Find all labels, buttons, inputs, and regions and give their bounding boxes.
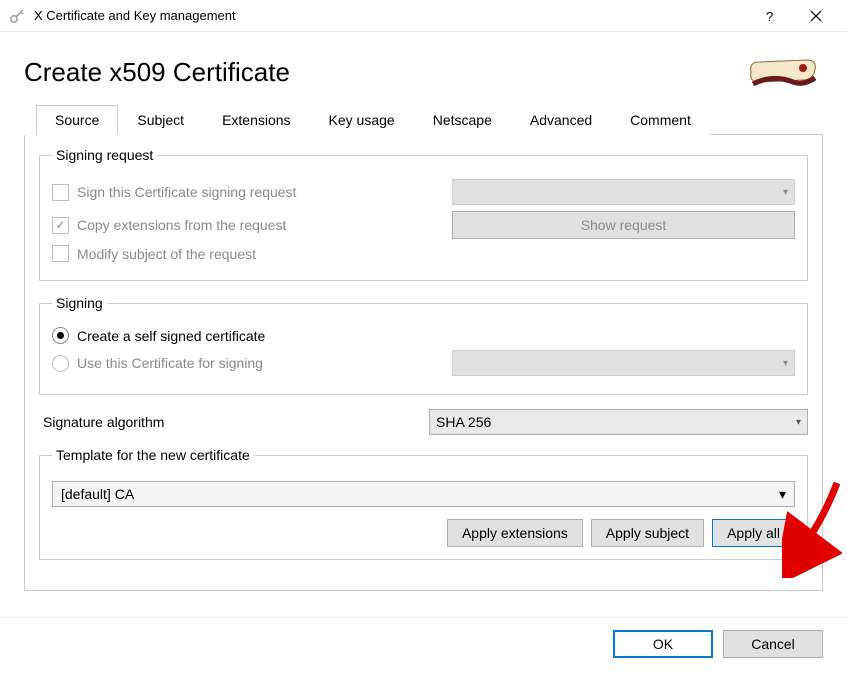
page-title: Create x509 Certificate — [24, 57, 290, 88]
titlebar: X Certificate and Key management ? — [0, 0, 847, 32]
label-modify-subject: Modify subject of the request — [77, 246, 256, 262]
window-title: X Certificate and Key management — [34, 8, 747, 23]
svg-text:?: ? — [766, 10, 773, 22]
chevron-down-icon: ▾ — [783, 187, 788, 198]
label-signature-algorithm: Signature algorithm — [39, 414, 429, 430]
legend-signing: Signing — [52, 295, 107, 311]
button-apply-subject[interactable]: Apply subject — [591, 519, 704, 547]
checkbox-sign-csr — [52, 184, 69, 201]
combo-csr-select: ▾ — [452, 179, 795, 205]
label-self-signed: Create a self signed certificate — [77, 328, 265, 344]
tab-extensions[interactable]: Extensions — [203, 105, 309, 135]
dialog-button-row: OK Cancel — [0, 617, 847, 672]
chevron-down-icon: ▾ — [779, 486, 786, 503]
radio-use-cert — [52, 355, 69, 372]
button-show-request: Show request — [452, 211, 795, 239]
tab-subject[interactable]: Subject — [118, 105, 203, 135]
scroll-logo-icon — [743, 52, 823, 92]
group-signing: Signing Create a self signed certificate… — [39, 295, 808, 395]
cancel-button[interactable]: Cancel — [723, 630, 823, 658]
label-sign-csr: Sign this Certificate signing request — [77, 184, 296, 200]
tab-comment[interactable]: Comment — [611, 105, 710, 135]
combo-template[interactable]: [default] CA ▾ — [52, 481, 795, 507]
checkbox-copy-extensions: ✓ — [52, 217, 69, 234]
tab-body-source: Signing request Sign this Certificate si… — [24, 135, 823, 591]
key-icon — [8, 7, 26, 25]
legend-template: Template for the new certificate — [52, 447, 254, 463]
tabs: Source Subject Extensions Key usage Nets… — [36, 104, 823, 135]
tab-key-usage[interactable]: Key usage — [310, 105, 414, 135]
label-use-cert: Use this Certificate for signing — [77, 355, 263, 371]
legend-signing-request: Signing request — [52, 147, 157, 163]
button-apply-extensions[interactable]: Apply extensions — [447, 519, 583, 547]
tab-netscape[interactable]: Netscape — [414, 105, 511, 135]
chevron-down-icon: ▾ — [796, 417, 801, 428]
combo-signing-cert: ▾ — [452, 350, 795, 376]
group-signing-request: Signing request Sign this Certificate si… — [39, 147, 808, 281]
label-copy-extensions: Copy extensions from the request — [77, 217, 286, 233]
ok-button[interactable]: OK — [613, 630, 713, 658]
group-template: Template for the new certificate [defaul… — [39, 447, 808, 560]
tab-source[interactable]: Source — [36, 105, 118, 135]
close-button[interactable] — [793, 0, 839, 32]
help-button[interactable]: ? — [747, 0, 793, 32]
radio-self-signed[interactable] — [52, 327, 69, 344]
chevron-down-icon: ▾ — [783, 358, 788, 369]
button-apply-all[interactable]: Apply all — [712, 519, 795, 547]
checkbox-modify-subject — [52, 245, 69, 262]
combo-signature-algorithm[interactable]: SHA 256 ▾ — [429, 409, 808, 435]
tab-advanced[interactable]: Advanced — [511, 105, 611, 135]
